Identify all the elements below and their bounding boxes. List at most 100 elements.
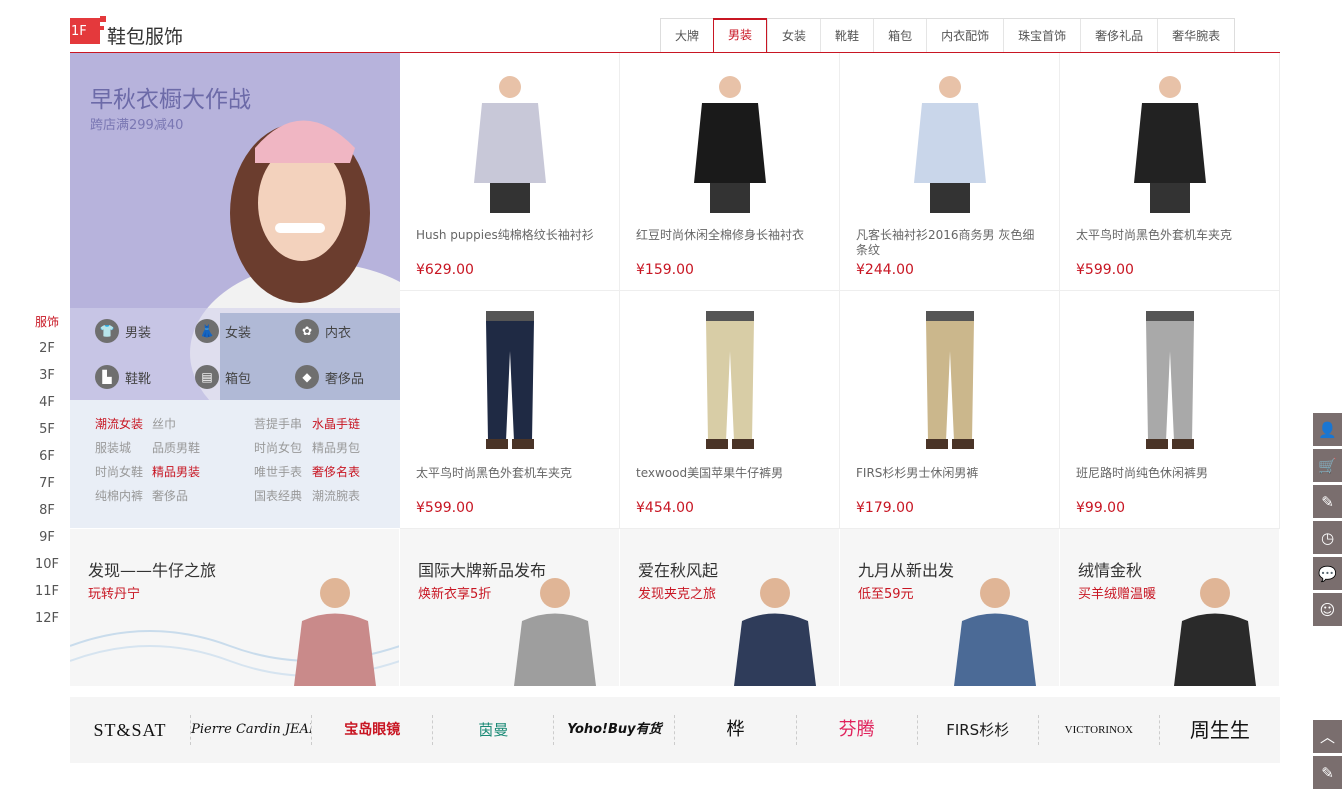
feedback-icon[interactable]: ✎ [1313,756,1342,789]
category-button-1[interactable]: 👗 女装 [195,319,251,343]
promo-link[interactable]: 潮流腕表 [312,487,360,504]
badge-pixel [100,16,106,22]
product-card[interactable]: 红豆时尚休闲全棉修身长袖衬衣 ¥159.00 [620,53,840,291]
promo-link[interactable]: 时尚女鞋 [95,463,143,480]
promo-link[interactable]: 品质男鞋 [152,439,200,456]
edit-icon[interactable]: ✎ [1313,485,1342,518]
floor-nav-item[interactable]: 服饰 [30,312,64,339]
history-icon[interactable]: ◷ [1313,521,1342,554]
promo-link[interactable]: 丝巾 [152,415,176,432]
promo-banner-3[interactable]: 九月从新出发 低至59元 [840,529,1060,686]
promo-banner-4[interactable]: 绒情金秋买羊绒赠温暖 [1060,529,1280,686]
floor-nav-item[interactable]: 12F [30,609,64,636]
promo-banner-1[interactable]: 国际大牌新品发布 焕新衣享5折 [400,529,620,686]
promo-link[interactable]: 服装城 [95,439,131,456]
shirt-icon: 👕 [95,319,119,343]
category-label: 女装 [225,325,252,341]
promo-link[interactable]: 潮流女装 [95,415,143,432]
brand-logo[interactable]: FIRS杉杉 [918,715,1039,745]
tab-6[interactable]: 珠宝首饰 [1003,19,1080,53]
category-button-3[interactable]: ▙ 鞋靴 [95,365,151,389]
tab-2[interactable]: 女装 [767,19,820,53]
cart-icon[interactable]: 🛒 [1313,449,1342,482]
brand-logo[interactable]: 芬腾 [797,715,918,745]
product-card[interactable]: FIRS杉杉男士休闲男裤 ¥179.00 [840,291,1060,529]
brand-logo[interactable]: 茵曼 [433,715,555,745]
product-name[interactable]: Hush puppies纯棉格纹长袖衬衫 [416,228,606,243]
banner-title: 绒情金秋 [1078,561,1143,580]
promo-link[interactable]: 唯世手表 [254,463,302,480]
tab-0[interactable]: 大牌 [661,19,713,53]
product-name[interactable]: 红豆时尚休闲全棉修身长袖衬衣 [636,228,826,243]
tab-5[interactable]: 内衣配饰 [926,19,1003,53]
floor-nav-item[interactable]: 8F [30,501,64,528]
product-card[interactable]: 太平鸟时尚黑色外套机车夹克 ¥599.00 [400,291,620,529]
floor-nav: 服饰 2F 3F 4F 5F 6F 7F 8F 9F 10F 11F 12F [30,312,64,636]
product-price: ¥454.00 [636,500,694,516]
brand-logo[interactable]: 周生生 [1160,715,1280,745]
promo-link[interactable]: 奢侈品 [152,487,188,504]
tab-4[interactable]: 箱包 [873,19,926,53]
category-button-4[interactable]: ▤ 箱包 [195,365,251,389]
product-card[interactable]: 凡客长袖衬衫2016商务男 灰色细条纹 ¥244.00 [840,53,1060,291]
banner-subtitle: 买羊绒赠温暖 [1078,587,1157,602]
product-image[interactable] [900,73,1000,213]
promo-banner-2[interactable]: 爱在秋风起 发现夹克之旅 [620,529,840,686]
product-name[interactable]: texwood美国苹果牛仔裤男 [636,466,826,481]
brand-logo[interactable]: ST&SAT [70,715,192,745]
promo-link[interactable]: 精品男装 [152,463,200,480]
promo-link[interactable]: 时尚女包 [254,439,302,456]
category-button-5[interactable]: ◆ 奢侈品 [295,365,364,389]
product-card[interactable]: Hush puppies纯棉格纹长袖衬衫 ¥629.00 [400,53,620,291]
product-image[interactable] [1120,73,1220,213]
floor-nav-item[interactable]: 10F [30,555,64,582]
floor-nav-item[interactable]: 11F [30,582,64,609]
tab-1[interactable]: 男装 [713,18,768,55]
floor-nav-item[interactable]: 3F [30,366,64,393]
product-name[interactable]: 太平鸟时尚黑色外套机车夹克 [416,466,606,481]
tab-8[interactable]: 奢华腕表 [1157,19,1234,53]
service-icon[interactable]: ☺ [1313,593,1342,626]
floor-nav-item[interactable]: 6F [30,447,64,474]
product-card[interactable]: 太平鸟时尚黑色外套机车夹克 ¥599.00 [1060,53,1280,291]
user-icon[interactable]: 👤 [1313,413,1342,446]
promo-banner-0[interactable]: 发现——牛仔之旅 玩转丹宁 [70,529,400,686]
floor-nav-item[interactable]: 5F [30,420,64,447]
category-button-0[interactable]: 👕 男装 [95,319,151,343]
right-toolbar: 👤 🛒 ✎ ◷ 💬 ☺ [1313,413,1342,629]
promo-link[interactable]: 纯棉内裤 [95,487,143,504]
category-button-2[interactable]: ✿ 内衣 [295,319,351,343]
brand-logo[interactable]: 宝岛眼镜 [312,715,434,745]
product-image[interactable] [680,73,780,213]
brand-logo[interactable]: VICTORINOX [1039,715,1160,745]
product-name[interactable]: FIRS杉杉男士休闲男裤 [856,466,1046,481]
tab-3[interactable]: 靴鞋 [820,19,873,53]
product-image[interactable] [1120,311,1220,451]
product-name[interactable]: 班尼路时尚纯色休闲裤男 [1076,466,1266,481]
product-card[interactable]: 班尼路时尚纯色休闲裤男 ¥99.00 [1060,291,1280,529]
chat-icon[interactable]: 💬 [1313,557,1342,590]
floor-nav-item[interactable]: 4F [30,393,64,420]
brand-logo[interactable]: Yoho!Buy有货 [554,715,676,745]
product-image[interactable] [460,73,560,213]
brand-logo[interactable]: Pierre Cardin JEANS [191,715,313,745]
promo-link[interactable]: 菩提手串 [254,415,302,432]
promo-link[interactable]: 精品男包 [312,439,360,456]
promo-link[interactable]: 奢侈名表 [312,463,360,480]
diamond-icon: ◆ [295,365,319,389]
banner-subtitle: 发现夹克之旅 [638,587,717,602]
floor-nav-item[interactable]: 7F [30,474,64,501]
product-name[interactable]: 凡客长袖衬衫2016商务男 灰色细条纹 [856,228,1046,258]
product-name[interactable]: 太平鸟时尚黑色外套机车夹克 [1076,228,1266,243]
tab-7[interactable]: 奢侈礼品 [1080,19,1157,53]
floor-nav-item[interactable]: 2F [30,339,64,366]
floor-nav-item[interactable]: 9F [30,528,64,555]
back-to-top-icon[interactable]: ︿ [1313,720,1342,753]
brand-logo[interactable]: 桦 [675,715,797,745]
product-card[interactable]: texwood美国苹果牛仔裤男 ¥454.00 [620,291,840,529]
product-image[interactable] [900,311,1000,451]
promo-link[interactable]: 水晶手链 [312,415,360,432]
product-image[interactable] [460,311,560,451]
promo-link[interactable]: 国表经典 [254,487,302,504]
product-image[interactable] [680,311,780,451]
